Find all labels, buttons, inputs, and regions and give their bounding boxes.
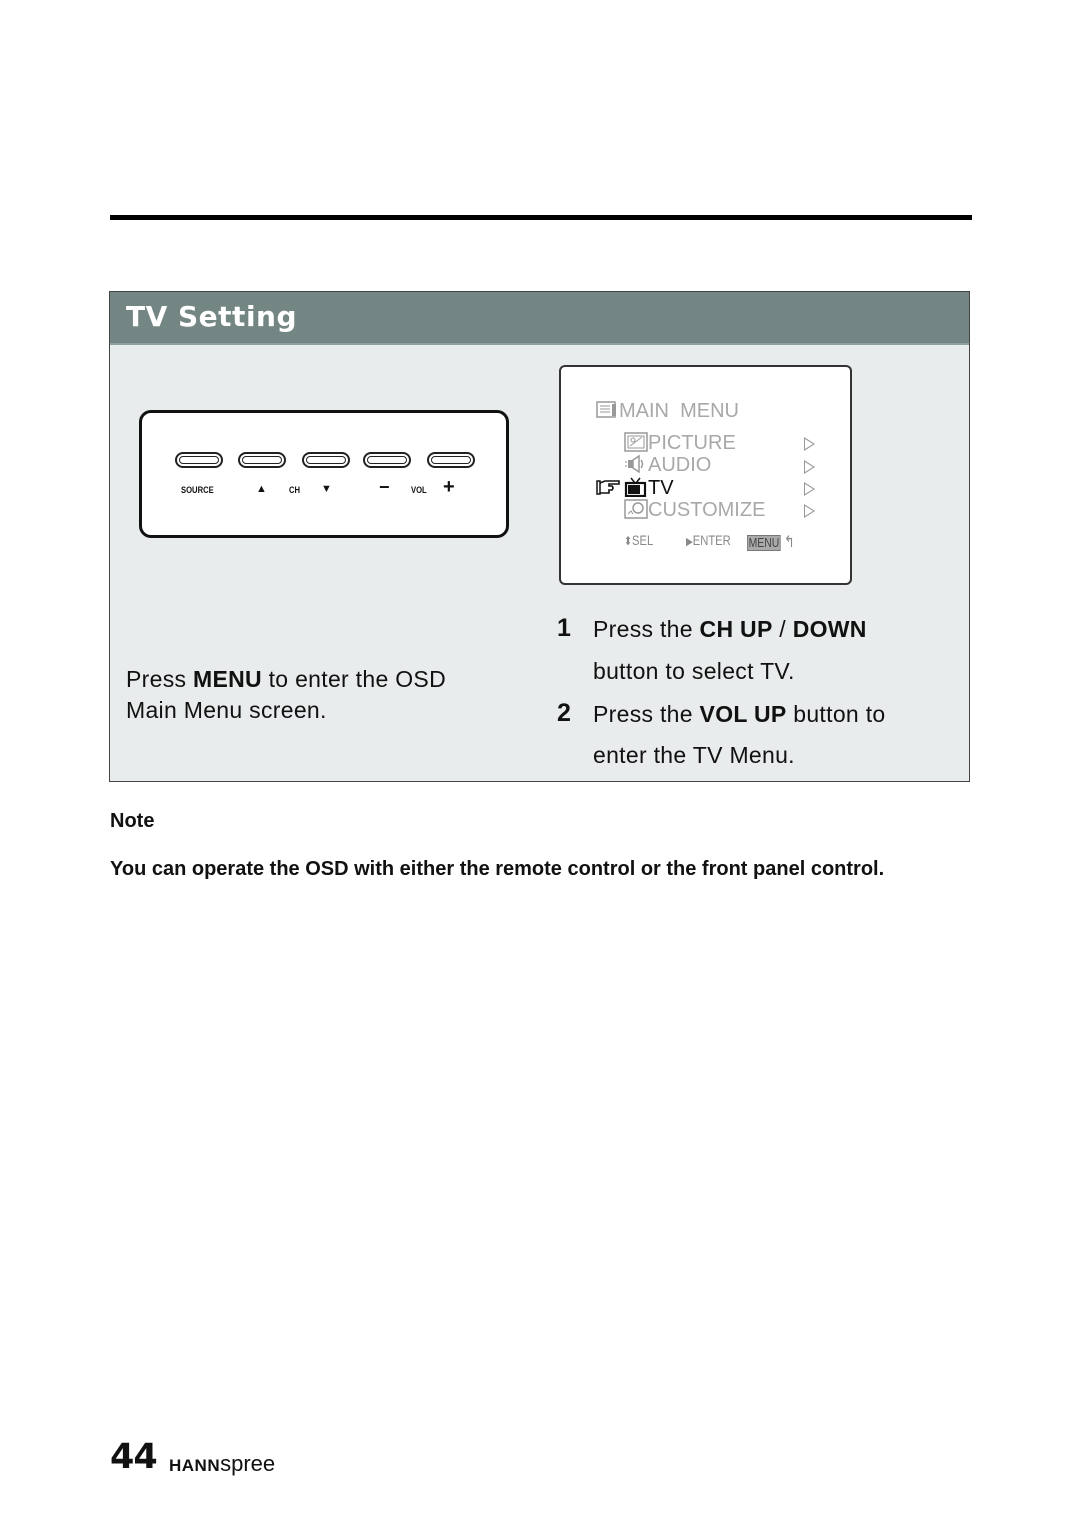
osd-item-picture: PICTURE <box>624 432 736 455</box>
osd-item-label: CUSTOMIZE <box>648 499 766 521</box>
submenu-arrow-icon <box>804 482 815 496</box>
left-instruction: Press MENU to enter the OSD Main Menu sc… <box>126 664 446 726</box>
brand-light: spree <box>220 1451 276 1476</box>
menu-key-label: MENU <box>747 535 781 551</box>
step-line: Press the VOL UP button to <box>593 701 886 727</box>
submenu-arrow-icon <box>804 504 815 518</box>
pointing-hand-icon <box>595 477 624 497</box>
vol-label: VOL <box>411 485 427 495</box>
ch-up-icon: ▲ <box>256 483 267 495</box>
brand-bold: HANN <box>169 1456 221 1475</box>
submenu-arrow-icon <box>804 437 815 451</box>
osd-item-audio: AUDIO <box>624 454 711 477</box>
tv-icon <box>624 477 648 498</box>
osd-item-label: AUDIO <box>648 454 712 476</box>
panel-header: TV Setting <box>110 292 969 345</box>
brand-logo: HANNspree <box>169 1451 275 1477</box>
tv-setting-panel: TV Setting SOURCE ▲ CH ▼ − VOL + MAIN ME… <box>109 291 970 782</box>
submenu-arrow-icon <box>804 460 815 474</box>
osd-main-menu: MAIN MENU PICTURE AUDIO TV CUSTOMIZE ⬍SE… <box>559 365 852 585</box>
step-line: enter the TV Menu. <box>593 742 795 768</box>
step-line: button to select TV. <box>593 658 795 684</box>
ch-down-icon: ▼ <box>321 483 332 495</box>
section-title: TV Setting <box>126 300 298 333</box>
enter-label: ENTER <box>692 532 731 548</box>
osd-item-customize: CUSTOMIZE <box>624 499 765 522</box>
source-button <box>175 452 223 468</box>
osd-item-label: PICTURE <box>648 432 736 454</box>
ch-up-button <box>238 452 286 468</box>
speaker-icon <box>624 454 648 474</box>
ch-down-button <box>302 452 350 468</box>
osd-footer-sel: ⬍SEL <box>624 532 653 548</box>
up-down-arrow-icon: ⬍ <box>624 534 633 548</box>
page-number: 44 <box>110 1437 158 1477</box>
osd-footer-menu: MENU ↰ <box>747 532 795 552</box>
note-title: Note <box>110 810 155 832</box>
customize-icon <box>624 499 648 519</box>
osd-footer-enter: ▶ENTER <box>686 532 731 548</box>
osd-item-label: TV <box>648 477 674 499</box>
vol-down-icon: − <box>379 477 390 497</box>
left-instruction-line2: Main Menu screen. <box>126 697 327 723</box>
left-instruction-line1: Press MENU to enter the OSD <box>126 666 446 692</box>
return-arrow-icon: ↰ <box>783 534 795 551</box>
vol-up-button <box>427 452 475 468</box>
note-body: You can operate the OSD with either the … <box>110 858 885 880</box>
top-rule <box>110 215 972 220</box>
menu-keyword: MENU <box>192 666 262 692</box>
picture-icon <box>624 432 648 452</box>
vol-down-button <box>363 452 411 468</box>
vol-up-icon: + <box>443 476 455 498</box>
osd-item-tv: TV <box>595 477 674 500</box>
step-number: 1 <box>557 614 572 642</box>
main-menu-icon <box>595 400 619 420</box>
step-number: 2 <box>557 699 572 727</box>
osd-title-row: MAIN MENU <box>595 400 739 423</box>
front-panel-illustration: SOURCE ▲ CH ▼ − VOL + <box>139 410 509 538</box>
osd-title: MAIN MENU <box>619 400 739 422</box>
source-label: SOURCE <box>181 485 214 495</box>
step-line: Press the CH UP / DOWN <box>593 616 867 642</box>
sel-label: SEL <box>632 532 654 548</box>
ch-label: CH <box>289 485 301 495</box>
